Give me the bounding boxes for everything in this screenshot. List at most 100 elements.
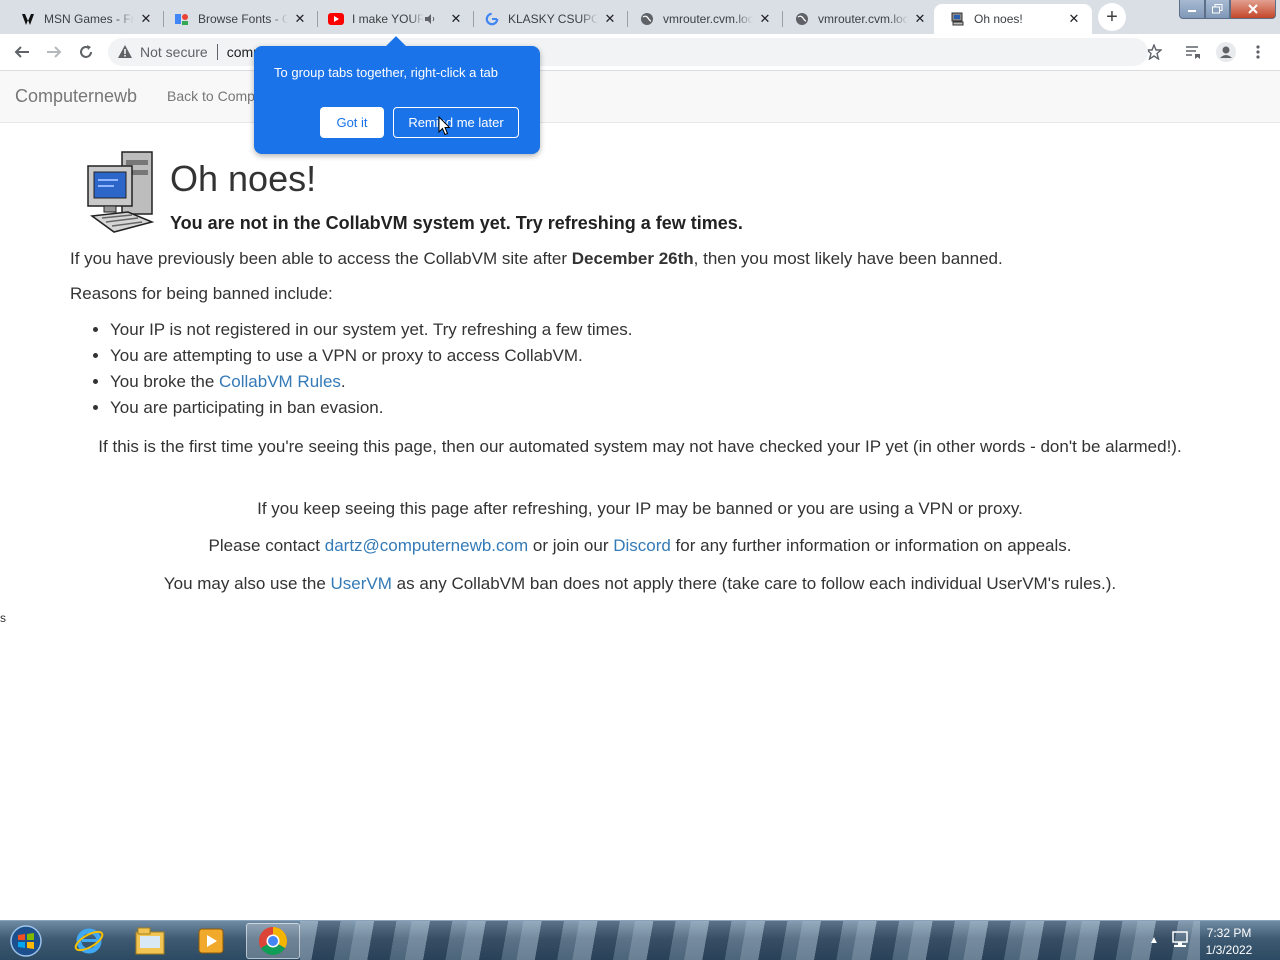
reading-list-icon: [1186, 46, 1200, 59]
tab-msn-games[interactable]: MSN Games - Free ✕: [4, 4, 164, 34]
media-player-icon: [198, 928, 224, 954]
tab-title: I make YOUR: [352, 12, 424, 26]
minimize-icon: [1188, 10, 1196, 12]
close-icon[interactable]: ✕: [448, 11, 464, 27]
close-icon[interactable]: ✕: [1066, 11, 1082, 27]
close-icon: [1248, 4, 1258, 14]
discord-link[interactable]: Discord: [613, 536, 671, 555]
tab-title: MSN Games - Free: [44, 12, 134, 26]
youtube-icon: [328, 11, 344, 27]
text-span: , then you most likely have been banned.: [693, 249, 1003, 268]
tab-title: KLASKY CSUPO: [508, 12, 598, 26]
uservm-link[interactable]: UserVM: [331, 574, 392, 593]
mouse-cursor-icon: [438, 116, 450, 136]
close-icon[interactable]: ✕: [757, 11, 773, 27]
arrow-left-icon: [14, 46, 29, 58]
tab-browse-fonts[interactable]: Browse Fonts - Goo ✕: [158, 4, 318, 34]
date-highlight: December 26th: [571, 249, 694, 268]
restore-icon: [1212, 4, 1223, 14]
forward-button[interactable]: [40, 38, 68, 66]
star-icon: [1146, 44, 1162, 60]
reload-button[interactable]: [72, 38, 100, 66]
uservm-note: You may also use the UserVM as any Colla…: [70, 574, 1210, 594]
close-icon[interactable]: ✕: [912, 11, 928, 27]
tab-youtube[interactable]: I make YOUR ✕: [312, 4, 474, 34]
kebab-menu-icon: [1256, 45, 1260, 59]
reading-list-button[interactable]: [1179, 38, 1207, 66]
network-icon[interactable]: [1170, 931, 1190, 949]
system-clock[interactable]: 7:32 PM 1/3/2022: [1198, 925, 1260, 959]
tooltip-text: To group tabs together, right-click a ta…: [274, 65, 499, 80]
warning-icon[interactable]: [117, 44, 133, 60]
list-item: You are participating in ban evasion.: [110, 396, 633, 422]
taskbar-explorer[interactable]: [123, 923, 177, 959]
google-fonts-icon: [174, 11, 190, 27]
tab-vmrouter-1[interactable]: vmrouter.cvm.local ✕: [623, 4, 783, 34]
new-tab-button[interactable]: +: [1098, 3, 1126, 31]
reasons-intro: Reasons for being banned include:: [70, 284, 333, 303]
text-span: You broke the: [110, 372, 220, 391]
clock-time: 7:32 PM: [1206, 926, 1252, 940]
remind-me-later-button[interactable]: Remind me later: [393, 107, 519, 138]
tab-strip: MSN Games - Free ✕ Browse Fonts - Goo ✕ …: [0, 0, 1280, 34]
list-item: You are attempting to use a VPN or proxy…: [110, 344, 633, 370]
computer-icon: [950, 11, 966, 27]
window-close-button[interactable]: [1230, 0, 1276, 19]
tab-oh-noes[interactable]: Oh noes! ✕: [934, 4, 1092, 34]
text-span: Please contact: [208, 536, 325, 555]
start-button[interactable]: [6, 924, 46, 958]
text-span: .: [340, 372, 346, 391]
list-item: Your IP is not registered in our system …: [110, 318, 633, 344]
page-title: Oh noes!: [170, 158, 317, 199]
lead-text: You are not in the CollabVM system yet. …: [170, 213, 743, 233]
tab-klasky[interactable]: KLASKY CSUPO ✕: [468, 4, 628, 34]
file-explorer-icon: [135, 927, 165, 955]
internet-explorer-icon: [74, 928, 104, 954]
back-button[interactable]: [8, 38, 36, 66]
reload-icon: [80, 45, 92, 58]
close-icon[interactable]: ✕: [602, 11, 618, 27]
msn-icon: [20, 11, 36, 27]
arrow-right-icon: [47, 46, 62, 58]
show-hidden-icons-button[interactable]: ▲: [1149, 935, 1159, 946]
stray-text: s: [0, 611, 6, 625]
list-item: You broke the CollabVM Rules.: [110, 370, 633, 396]
omnibox-divider: [216, 44, 218, 60]
tab-vmrouter-2[interactable]: vmrouter.cvm.local ✕: [778, 4, 938, 34]
clock-date: 1/3/2022: [1205, 943, 1253, 957]
profile-button[interactable]: [1212, 38, 1240, 66]
navbar-brand[interactable]: Computernewb: [15, 86, 137, 107]
contact-note: Please contact dartz@computernewb.com or…: [70, 536, 1210, 556]
tab-title: Oh noes!: [974, 12, 1023, 26]
first-time-note: If this is the first time you're seeing …: [98, 437, 1182, 456]
taskbar-ie[interactable]: [62, 923, 116, 959]
taskbar-chrome[interactable]: [246, 923, 300, 959]
globe-icon: [794, 11, 810, 27]
taskbar: ▲ 7:32 PM 1/3/2022: [0, 920, 1280, 960]
text-span: You may also use the: [163, 574, 331, 593]
text-span: If you have previously been able to acce…: [70, 249, 572, 268]
minimize-button[interactable]: [1179, 0, 1205, 19]
avatar-icon: [1216, 42, 1236, 62]
reasons-list: Your IP is not registered in our system …: [70, 318, 633, 422]
email-link[interactable]: dartz@computernewb.com: [325, 536, 528, 555]
collabvm-rules-link[interactable]: CollabVM Rules: [219, 372, 341, 391]
text-span: for any further information or informati…: [670, 536, 1072, 555]
close-icon[interactable]: ✕: [138, 11, 154, 27]
banned-notice: If you have previously been able to acce…: [70, 249, 1003, 269]
restore-button[interactable]: [1205, 0, 1230, 19]
keep-seeing-note: If you keep seeing this page after refre…: [257, 499, 1023, 518]
chrome-icon: [259, 927, 287, 955]
tab-groups-tooltip: To group tabs together, right-click a ta…: [254, 46, 540, 154]
menu-button[interactable]: [1244, 38, 1272, 66]
site-navbar: Computernewb Back to Computernewb: [0, 71, 1280, 123]
tab-title: vmrouter.cvm.local: [818, 12, 908, 26]
text-span: or join our: [528, 536, 614, 555]
taskbar-media-player[interactable]: [184, 923, 238, 959]
text-span: as any CollabVM ban does not apply there…: [391, 574, 1117, 593]
computer-icon: [87, 151, 155, 233]
got-it-button[interactable]: Got it: [320, 107, 384, 138]
close-icon[interactable]: ✕: [292, 11, 308, 27]
security-label[interactable]: Not secure: [140, 44, 208, 60]
speaker-icon[interactable]: [424, 12, 438, 26]
